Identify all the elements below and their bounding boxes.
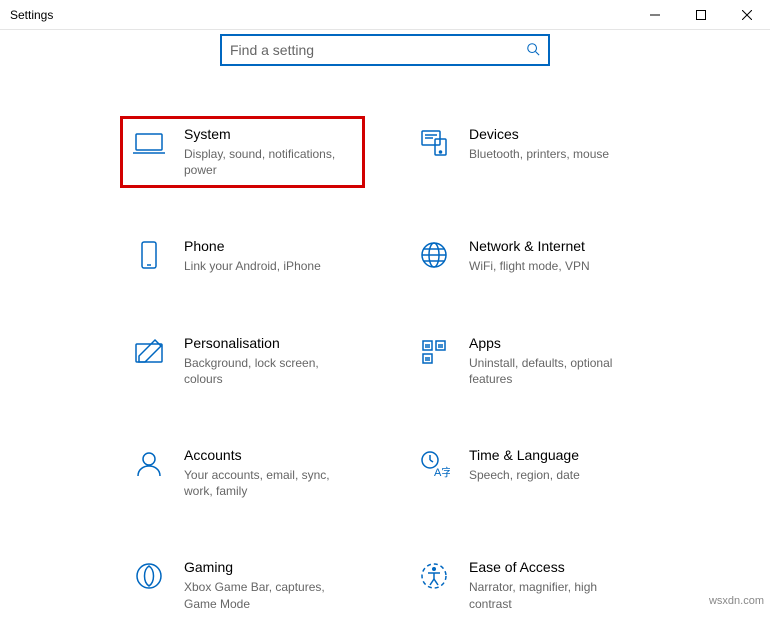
tile-apps[interactable]: Apps Uninstall, defaults, optional featu… (405, 325, 650, 397)
time-language-icon: A字 (417, 447, 451, 481)
search-icon (526, 42, 540, 59)
search-box[interactable] (220, 34, 550, 66)
svg-text:A字: A字 (434, 465, 450, 479)
tile-desc: Bluetooth, printers, mouse (469, 146, 638, 162)
search-input[interactable] (230, 42, 526, 58)
content-area: System Display, sound, notifications, po… (0, 34, 770, 642)
tile-network[interactable]: Network & Internet WiFi, flight mode, VP… (405, 228, 650, 284)
personalisation-icon (132, 335, 166, 369)
search-container (20, 34, 750, 66)
system-icon (132, 126, 166, 160)
maximize-button[interactable] (678, 0, 724, 30)
accounts-icon (132, 447, 166, 481)
tile-title: Personalisation (184, 335, 353, 351)
tile-desc: Your accounts, email, sync, work, family (184, 467, 353, 499)
tile-desc: WiFi, flight mode, VPN (469, 258, 638, 274)
tile-desc: Speech, region, date (469, 467, 638, 483)
tile-title: System (184, 126, 353, 142)
maximize-icon (696, 10, 706, 20)
titlebar: Settings (0, 0, 770, 30)
close-icon (742, 10, 752, 20)
tile-title: Network & Internet (469, 238, 638, 254)
window-title: Settings (10, 8, 53, 22)
tile-desc: Link your Android, iPhone (184, 258, 353, 274)
tile-ease-of-access[interactable]: Ease of Access Narrator, magnifier, high… (405, 549, 650, 621)
tile-desc: Xbox Game Bar, captures, Game Mode (184, 579, 353, 611)
tile-title: Apps (469, 335, 638, 351)
tile-gaming[interactable]: Gaming Xbox Game Bar, captures, Game Mod… (120, 549, 365, 621)
ease-of-access-icon (417, 559, 451, 593)
tile-title: Accounts (184, 447, 353, 463)
tile-desc: Uninstall, defaults, optional features (469, 355, 638, 387)
minimize-button[interactable] (632, 0, 678, 30)
watermark: wsxdn.com (709, 595, 764, 607)
tile-title: Devices (469, 126, 638, 142)
tile-phone[interactable]: Phone Link your Android, iPhone (120, 228, 365, 284)
tile-title: Ease of Access (469, 559, 638, 575)
tile-system[interactable]: System Display, sound, notifications, po… (120, 116, 365, 188)
tile-time-language[interactable]: A字 Time & Language Speech, region, date (405, 437, 650, 509)
tile-personalisation[interactable]: Personalisation Background, lock screen,… (120, 325, 365, 397)
close-button[interactable] (724, 0, 770, 30)
settings-grid: System Display, sound, notifications, po… (20, 116, 750, 642)
tile-devices[interactable]: Devices Bluetooth, printers, mouse (405, 116, 650, 188)
phone-icon (132, 238, 166, 272)
tile-title: Gaming (184, 559, 353, 575)
apps-icon (417, 335, 451, 369)
tile-desc: Narrator, magnifier, high contrast (469, 579, 638, 611)
network-icon (417, 238, 451, 272)
tile-accounts[interactable]: Accounts Your accounts, email, sync, wor… (120, 437, 365, 509)
window-controls (632, 0, 770, 29)
devices-icon (417, 126, 451, 160)
tile-desc: Background, lock screen, colours (184, 355, 353, 387)
gaming-icon (132, 559, 166, 593)
tile-title: Time & Language (469, 447, 638, 463)
tile-title: Phone (184, 238, 353, 254)
minimize-icon (650, 10, 660, 20)
tile-desc: Display, sound, notifications, power (184, 146, 353, 178)
